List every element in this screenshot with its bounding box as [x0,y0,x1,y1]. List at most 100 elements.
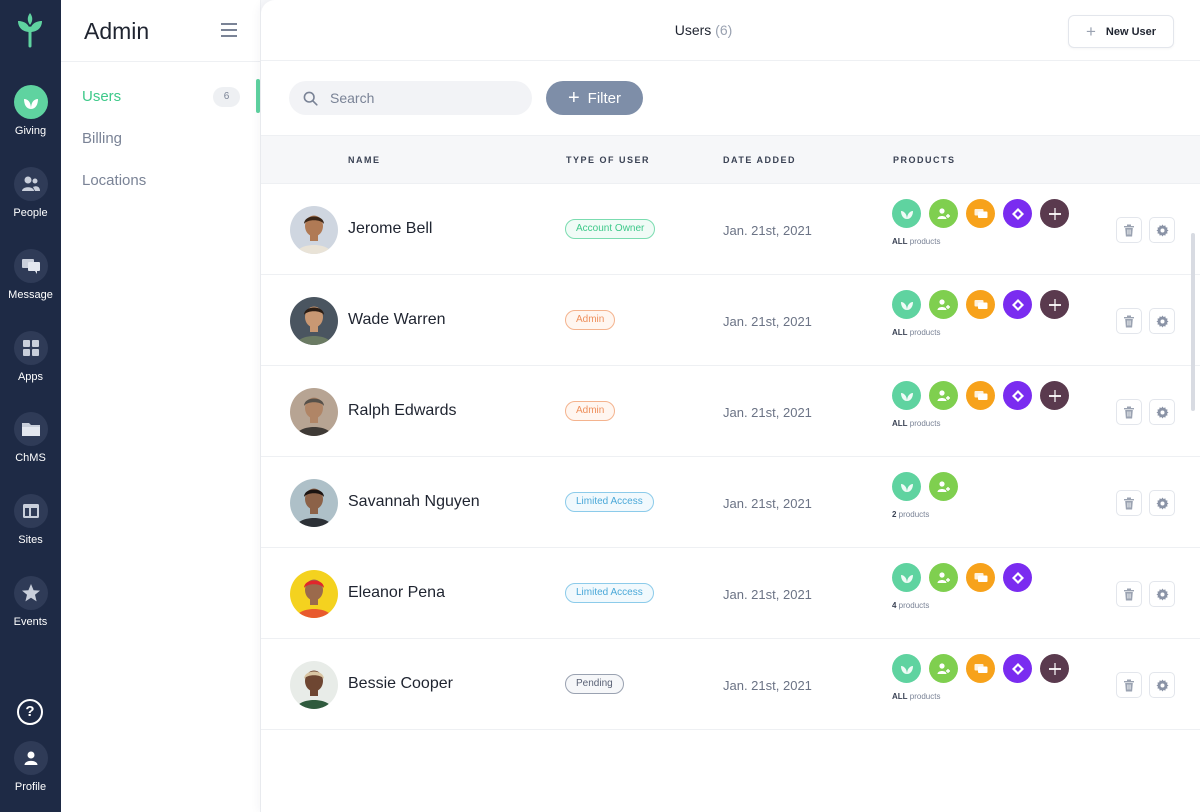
products-count-value: ALL [892,692,908,701]
user-settings-button[interactable] [1149,217,1175,243]
product-giving-icon[interactable] [892,563,921,592]
product-icons [892,472,958,501]
new-user-button[interactable]: + New User [1068,15,1174,48]
product-people-icon[interactable] [929,472,958,501]
gear-icon [1156,224,1168,236]
user-settings-button[interactable] [1149,308,1175,334]
trash-icon [1124,224,1134,236]
rail-item-giving[interactable]: Giving [0,85,61,137]
products-count-suffix: products [907,328,941,337]
product-people-icon[interactable] [929,563,958,592]
delete-user-button[interactable] [1116,399,1142,425]
user-type-badge: Admin [565,310,616,330]
delete-user-button[interactable] [1116,308,1142,334]
product-giving-icon[interactable] [892,654,921,683]
rail-item-events[interactable]: Events [0,576,61,628]
column-header-products[interactable]: PRODUCTS [893,155,956,165]
product-message-icon[interactable] [966,381,995,410]
product-apps-icon[interactable] [1003,199,1032,228]
product-people-icon[interactable] [929,290,958,319]
sidebar-title: Admin [84,18,150,44]
product-people-icon[interactable] [929,654,958,683]
product-message-icon[interactable] [966,290,995,319]
main-panel: Users (6) + New User + Filter NAME TYPE … [261,0,1200,812]
search-input[interactable] [330,90,510,106]
product-chms-icon[interactable] [1040,381,1069,410]
product-apps-icon[interactable] [1003,290,1032,319]
product-giving-icon[interactable] [892,199,921,228]
sidebar-item-billing[interactable]: Billing [82,130,122,147]
user-settings-button[interactable] [1149,399,1175,425]
user-name[interactable]: Wade Warren [348,311,446,329]
delete-user-button[interactable] [1116,672,1142,698]
table-row[interactable]: Ralph Edwards Admin Jan. 21st, 2021 ALL … [261,366,1200,457]
product-people-icon[interactable] [929,199,958,228]
user-name[interactable]: Ralph Edwards [348,402,457,420]
rail-item-message[interactable]: Message [0,249,61,301]
rail-item-label: Profile [14,781,47,793]
product-chms-icon[interactable] [1040,654,1069,683]
table-row[interactable]: Jerome Bell Account Owner Jan. 21st, 202… [261,184,1200,275]
sidebar-item-users[interactable]: Users [82,88,121,105]
search-box[interactable] [289,81,532,115]
rail-item-sites[interactable]: Sites [0,494,61,546]
brand-logo-icon[interactable] [12,12,48,48]
product-apps-icon[interactable] [1003,654,1032,683]
products-count: ALL products [892,328,940,337]
column-header-name[interactable]: NAME [348,155,381,165]
sidebar-item-locations[interactable]: Locations [82,172,146,189]
product-message-icon[interactable] [966,563,995,592]
product-chms-icon[interactable] [1040,199,1069,228]
message-icon [13,249,48,283]
product-apps-icon[interactable] [1003,381,1032,410]
avatar [290,297,338,345]
table-header: NAME TYPE OF USER DATE ADDED PRODUCTS [261,135,1200,184]
delete-user-button[interactable] [1116,490,1142,516]
product-people-icon[interactable] [929,381,958,410]
delete-user-button[interactable] [1116,217,1142,243]
table-row[interactable]: Bessie Cooper Pending Jan. 21st, 2021 AL… [261,639,1200,730]
product-giving-icon[interactable] [892,381,921,410]
avatar [290,388,338,436]
user-name[interactable]: Savannah Nguyen [348,493,480,511]
hamburger-menu-icon[interactable] [221,23,237,41]
product-message-icon[interactable] [966,199,995,228]
user-settings-button[interactable] [1149,581,1175,607]
product-giving-icon[interactable] [892,472,921,501]
rail-item-apps[interactable]: Apps [0,331,61,383]
products-count-value: ALL [892,237,908,246]
user-name[interactable]: Eleanor Pena [348,584,445,602]
product-icons [892,563,1032,592]
plus-icon: + [1085,22,1096,41]
products-count: ALL products [892,237,940,246]
help-icon[interactable]: ? [17,699,43,725]
product-icons [892,199,1069,228]
products-count: 2 products [892,510,929,519]
rail-item-chms[interactable]: ChMS [0,412,61,464]
user-settings-button[interactable] [1149,490,1175,516]
rail-item-label: Message [8,289,53,301]
user-settings-button[interactable] [1149,672,1175,698]
table-row[interactable]: Eleanor Pena Limited Access Jan. 21st, 2… [261,548,1200,639]
filter-button[interactable]: + Filter [546,81,643,115]
product-message-icon[interactable] [966,654,995,683]
trash-icon [1124,588,1134,600]
products-count-suffix: products [907,419,941,428]
product-chms-icon[interactable] [1040,290,1069,319]
product-apps-icon[interactable] [1003,563,1032,592]
product-icons [892,381,1069,410]
date-added: Jan. 21st, 2021 [723,314,812,329]
column-header-type[interactable]: TYPE OF USER [566,155,650,165]
product-giving-icon[interactable] [892,290,921,319]
table-row[interactable]: Wade Warren Admin Jan. 21st, 2021 ALL pr… [261,275,1200,366]
column-header-date[interactable]: DATE ADDED [723,155,796,165]
users-count-badge: 6 [213,87,240,107]
user-name[interactable]: Jerome Bell [348,220,432,238]
delete-user-button[interactable] [1116,581,1142,607]
user-name[interactable]: Bessie Cooper [348,675,453,693]
table-row[interactable]: Savannah Nguyen Limited Access Jan. 21st… [261,457,1200,548]
rail-item-profile[interactable]: Profile [0,741,61,793]
rail-item-people[interactable]: People [0,167,61,219]
profile-icon [13,741,48,775]
scrollbar[interactable] [1191,233,1195,411]
